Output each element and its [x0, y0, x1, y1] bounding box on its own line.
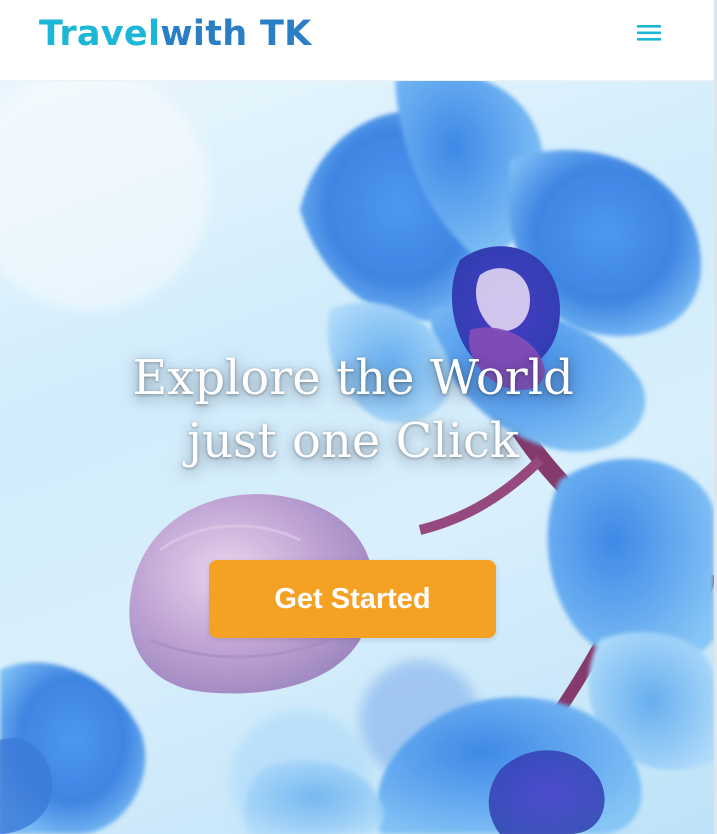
hamburger-icon — [637, 25, 661, 41]
hero-headline-line-1: Explore the World — [132, 350, 574, 406]
get-started-button[interactable]: Get Started — [209, 560, 496, 638]
menu-button[interactable] — [636, 22, 662, 44]
site-logo[interactable]: Travelwith TK — [39, 14, 312, 54]
logo-text-with: with — [160, 14, 248, 54]
logo-text-tk: TK — [247, 14, 312, 54]
site-header: Travelwith TK — [0, 0, 714, 81]
hero-headline: Explore the World just one Click — [0, 347, 706, 473]
hero-headline-line-2: just one Click — [187, 413, 519, 469]
logo-text-travel: Travel — [39, 14, 161, 54]
hero-section: Explore the World just one Click Get Sta… — [0, 80, 714, 834]
